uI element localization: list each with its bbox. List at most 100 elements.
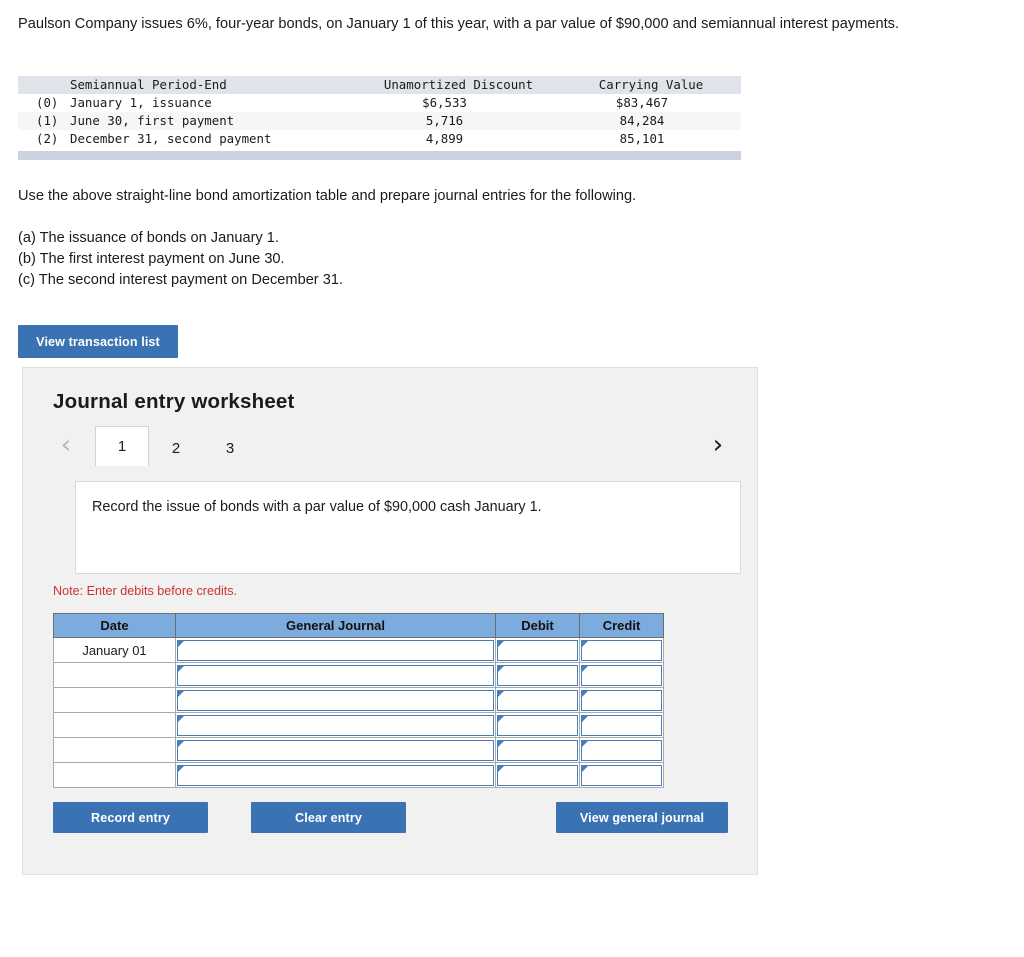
amortization-table-container: Semiannual Period-End Unamortized Discou… [18, 76, 741, 160]
record-entry-button[interactable]: Record entry [53, 802, 208, 833]
journal-credit-cell[interactable] [579, 762, 664, 788]
debit-input-field[interactable] [497, 664, 578, 686]
journal-date-cell[interactable] [53, 762, 176, 788]
journal-col-general: General Journal [175, 613, 496, 638]
instruction-item-a: (a) The issuance of bonds on January 1. [18, 230, 279, 246]
table-row: (1) June 30, first payment 5,716 84,284 [18, 112, 741, 130]
journal-col-date: Date [53, 613, 176, 638]
row-period: December 31, second payment [70, 131, 272, 146]
table-row: (2) December 31, second payment 4,899 85… [18, 130, 741, 148]
table-row [53, 737, 664, 763]
journal-credit-cell[interactable] [579, 662, 664, 688]
account-select-field[interactable] [177, 639, 494, 661]
amortization-table: Semiannual Period-End Unamortized Discou… [18, 76, 741, 148]
journal-header-row: Date General Journal Debit Credit [53, 613, 664, 638]
row-index: (1) [36, 113, 59, 128]
credit-input-field[interactable] [581, 764, 662, 786]
amortization-table-head: Semiannual Period-End Unamortized Discou… [18, 76, 741, 94]
worksheet-tabs: 1 2 3 [95, 426, 257, 466]
instruction-item-b: (b) The first interest payment on June 3… [18, 251, 285, 267]
journal-table-container: Date General Journal Debit Credit Januar… [53, 613, 664, 788]
instruction-item-c: (c) The second interest payment on Decem… [18, 272, 344, 288]
row-carrying: 84,284 [619, 113, 665, 128]
table-row [53, 712, 664, 738]
amortization-header-row: Semiannual Period-End Unamortized Discou… [18, 76, 741, 94]
amortization-col-carrying: Carrying Value [598, 77, 704, 92]
amortization-table-footer-bar [18, 151, 741, 160]
chevron-right-icon[interactable]: › [705, 430, 731, 460]
tab-1[interactable]: 1 [95, 426, 149, 466]
row-index: (0) [36, 95, 59, 110]
account-select-field[interactable] [177, 764, 494, 786]
worksheet-tabstrip: ‹ 1 2 3 › [53, 426, 731, 466]
journal-credit-cell[interactable] [579, 712, 664, 738]
credit-input-field[interactable] [581, 664, 662, 686]
row-carrying: $83,467 [615, 95, 669, 110]
table-row: (0) January 1, issuance $6,533 $83,467 [18, 94, 741, 112]
debit-input-field[interactable] [497, 739, 578, 761]
credit-input-field[interactable] [581, 639, 662, 661]
clear-entry-button[interactable]: Clear entry [251, 802, 406, 833]
view-general-journal-button[interactable]: View general journal [556, 802, 728, 833]
journal-debit-cell[interactable] [495, 762, 580, 788]
journal-credit-cell[interactable] [579, 687, 664, 713]
problem-statement: Paulson Company issues 6%, four-year bon… [18, 16, 899, 32]
journal-debit-cell[interactable] [495, 737, 580, 763]
journal-account-cell[interactable] [175, 662, 496, 688]
journal-credit-cell[interactable] [579, 637, 664, 663]
tab-2[interactable]: 2 [149, 430, 203, 466]
journal-table-body: January 01 [53, 637, 664, 788]
journal-account-cell[interactable] [175, 712, 496, 738]
account-select-field[interactable] [177, 664, 494, 686]
row-carrying: 85,101 [619, 131, 665, 146]
credit-input-field[interactable] [581, 714, 662, 736]
journal-col-credit: Credit [579, 613, 664, 638]
table-row [53, 687, 664, 713]
credit-input-field[interactable] [581, 689, 662, 711]
account-select-field[interactable] [177, 714, 494, 736]
debit-input-field[interactable] [497, 764, 578, 786]
account-select-field[interactable] [177, 739, 494, 761]
tab-3[interactable]: 3 [203, 430, 257, 466]
journal-date-cell[interactable] [53, 712, 176, 738]
instructions-lead: Use the above straight-line bond amortiz… [18, 188, 637, 204]
debit-input-field[interactable] [497, 714, 578, 736]
journal-date-cell[interactable]: January 01 [53, 637, 176, 663]
amortization-col-discount: Unamortized Discount [383, 77, 534, 92]
journal-account-cell[interactable] [175, 687, 496, 713]
journal-debit-cell[interactable] [495, 637, 580, 663]
journal-debit-cell[interactable] [495, 687, 580, 713]
row-discount: $6,533 [422, 95, 467, 110]
journal-account-cell[interactable] [175, 762, 496, 788]
journal-debit-cell[interactable] [495, 712, 580, 738]
debits-before-credits-note: Note: Enter debits before credits. [53, 584, 238, 598]
journal-entry-worksheet-panel: Journal entry worksheet ‹ 1 2 3 › Record… [22, 367, 758, 875]
table-row: January 01 [53, 637, 664, 663]
journal-account-cell[interactable] [175, 637, 496, 663]
account-select-field[interactable] [177, 689, 494, 711]
journal-entry-table: Date General Journal Debit Credit Januar… [53, 613, 664, 788]
journal-account-cell[interactable] [175, 737, 496, 763]
amortization-table-body: (0) January 1, issuance $6,533 $83,467 (… [18, 94, 741, 148]
table-row [53, 762, 664, 788]
journal-date-cell[interactable] [53, 662, 176, 688]
journal-debit-cell[interactable] [495, 662, 580, 688]
table-row [53, 662, 664, 688]
journal-col-debit: Debit [495, 613, 580, 638]
worksheet-prompt: Record the issue of bonds with a par val… [75, 481, 741, 574]
journal-date-cell[interactable] [53, 737, 176, 763]
page-root: Paulson Company issues 6%, four-year bon… [0, 0, 1024, 957]
debit-input-field[interactable] [497, 689, 578, 711]
amortization-col-index [18, 76, 70, 94]
chevron-left-icon[interactable]: ‹ [53, 430, 79, 460]
instructions-block: Use the above straight-line bond amortiz… [18, 186, 918, 291]
journal-credit-cell[interactable] [579, 737, 664, 763]
view-transaction-list-button[interactable]: View transaction list [18, 325, 178, 358]
row-period: June 30, first payment [70, 113, 235, 128]
credit-input-field[interactable] [581, 739, 662, 761]
debit-input-field[interactable] [497, 639, 578, 661]
row-period: January 1, issuance [70, 95, 212, 110]
journal-date-cell[interactable] [53, 687, 176, 713]
row-discount: 4,899 [425, 131, 464, 146]
row-index: (2) [36, 131, 59, 146]
